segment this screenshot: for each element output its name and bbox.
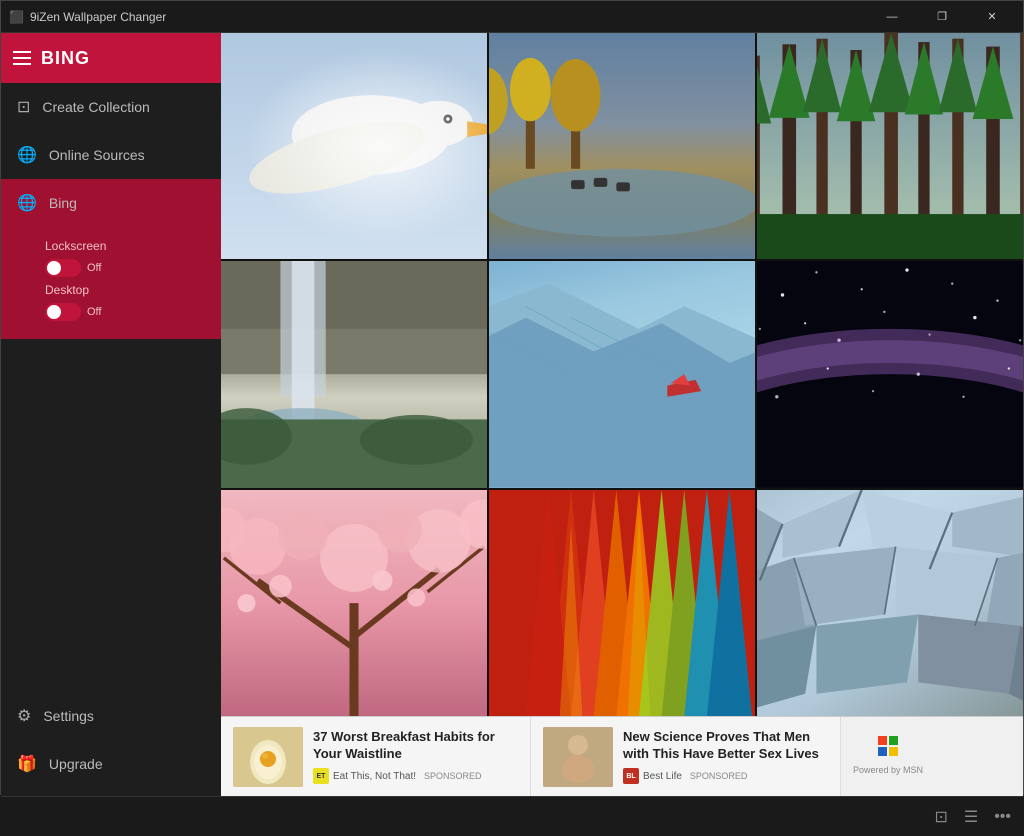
titlebar-left: ⬛ 9iZen Wallpaper Changer (9, 10, 166, 24)
ad-bar: 37 Worst Breakfast Habits for Your Waist… (221, 716, 1023, 796)
lockscreen-toggle-container: Off (45, 259, 101, 277)
app-body: BING ⊡ Create Collection 🌐 Online Source… (1, 33, 1023, 796)
lockscreen-label: Lockscreen (45, 239, 106, 253)
msn-logo: Powered by MSN (853, 736, 923, 778)
sidebar-item-settings[interactable]: ⚙ Settings (1, 692, 221, 740)
sidebar-nav: ⊡ Create Collection 🌐 Online Sources 🌐 B… (1, 83, 221, 692)
settings-icon: ⚙ (17, 706, 31, 726)
ad-source-name-2: Best Life (643, 771, 682, 782)
ad-source-1: ET Eat This, Not That! SPONSORED (313, 768, 518, 784)
ad-item-1[interactable]: 37 Worst Breakfast Habits for Your Waist… (221, 717, 531, 796)
ad-logo-2: BL (623, 768, 639, 784)
sidebar-item-online-sources[interactable]: 🌐 Online Sources (1, 131, 221, 179)
ad-msn: Powered by MSN (841, 717, 935, 796)
status-bar: ⊡ ☰ ••• (1, 796, 1023, 836)
main-content: 37 Worst Breakfast Habits for Your Waist… (221, 33, 1023, 796)
minimize-button[interactable]: — (869, 1, 915, 33)
app-icon: ⬛ (9, 10, 24, 24)
titlebar: ⬛ 9iZen Wallpaper Changer — ❐ ✕ (1, 1, 1023, 33)
sidebar-bottom: ⚙ Settings 🎁 Upgrade (1, 692, 221, 796)
ad-sponsored-1: SPONSORED (424, 771, 482, 781)
grid-cell-pelican[interactable] (221, 33, 487, 259)
ad-title-2: New Science Proves That Men with This Ha… (623, 729, 828, 763)
grid-cell-ice[interactable] (757, 490, 1023, 716)
online-sources-label: Online Sources (49, 147, 145, 163)
create-collection-label: Create Collection (42, 99, 149, 115)
lockscreen-control-row: Lockscreen (45, 239, 205, 253)
lockscreen-state: Off (87, 262, 101, 274)
settings-label: Settings (43, 708, 94, 724)
sidebar-item-upgrade[interactable]: 🎁 Upgrade (1, 740, 221, 788)
grid-cell-river[interactable] (489, 33, 755, 259)
status-icon-3[interactable]: ••• (994, 808, 1011, 826)
ad-item-2[interactable]: New Science Proves That Men with This Ha… (531, 717, 841, 796)
ad-title-1: 37 Worst Breakfast Habits for Your Waist… (313, 729, 518, 763)
sidebar-item-create-collection[interactable]: ⊡ Create Collection (1, 83, 221, 131)
ad-source-2: BL Best Life SPONSORED (623, 768, 828, 784)
bing-label: Bing (49, 195, 77, 211)
desktop-toggle-row: Off (45, 303, 205, 321)
globe-icon: 🌐 (17, 145, 37, 165)
lockscreen-toggle[interactable] (45, 259, 81, 277)
bing-controls: Lockscreen Off Desktop Of (1, 239, 221, 339)
hamburger-icon[interactable] (13, 51, 31, 65)
close-button[interactable]: ✕ (969, 1, 1015, 33)
bing-globe-icon: 🌐 (17, 193, 37, 213)
sidebar-item-bing[interactable]: 🌐 Bing Lockscreen Off Desktop (1, 179, 221, 339)
ad-sponsored-2: SPONSORED (690, 771, 748, 781)
grid-cell-galaxy[interactable] (757, 261, 1023, 487)
ad-source-name-1: Eat This, Not That! (333, 771, 416, 782)
sidebar-title: BING (41, 48, 90, 69)
upgrade-label: Upgrade (49, 756, 103, 772)
sidebar-header: BING (1, 33, 221, 83)
desktop-state: Off (87, 306, 101, 318)
desktop-control-row: Desktop (45, 283, 205, 297)
ad-content-1: 37 Worst Breakfast Habits for Your Waist… (313, 729, 518, 785)
titlebar-controls: — ❐ ✕ (869, 1, 1015, 33)
lockscreen-toggle-row: Off (45, 259, 205, 277)
maximize-button[interactable]: ❐ (919, 1, 965, 33)
desktop-toggle-container: Off (45, 303, 101, 321)
grid-cell-cherry[interactable] (221, 490, 487, 716)
ad-thumbnail-2 (543, 727, 613, 787)
ad-content-2: New Science Proves That Men with This Ha… (623, 729, 828, 785)
grid-cell-glacier[interactable] (489, 261, 755, 487)
bing-row: 🌐 Bing (1, 179, 221, 227)
desktop-toggle[interactable] (45, 303, 81, 321)
sidebar: BING ⊡ Create Collection 🌐 Online Source… (1, 33, 221, 796)
status-icon-2[interactable]: ☰ (964, 807, 978, 827)
status-icon-1[interactable]: ⊡ (934, 807, 947, 827)
grid-cell-waterfall[interactable] (221, 261, 487, 487)
image-grid (221, 33, 1023, 716)
grid-cell-feathers[interactable] (489, 490, 755, 716)
app-title: 9iZen Wallpaper Changer (30, 10, 166, 24)
monitor-icon: ⊡ (17, 97, 30, 117)
desktop-label: Desktop (45, 283, 89, 297)
ad-thumbnail-1 (233, 727, 303, 787)
grid-cell-forest[interactable] (757, 33, 1023, 259)
msn-text: Powered by MSN (853, 765, 923, 775)
upgrade-icon: 🎁 (17, 754, 37, 774)
ad-logo-1: ET (313, 768, 329, 784)
